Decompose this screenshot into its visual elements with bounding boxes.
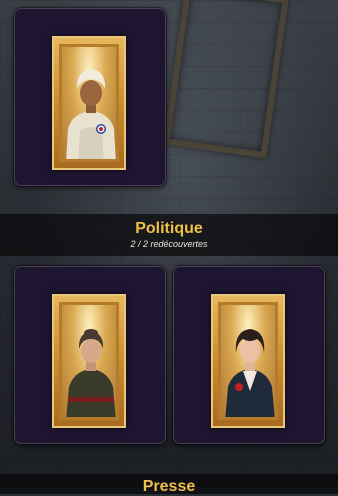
character-card[interactable]	[173, 266, 325, 444]
portrait-frame	[211, 294, 285, 428]
section-title: Politique	[135, 220, 203, 237]
portrait-woman-headwrap-icon	[66, 69, 116, 159]
section-title: Presse	[142, 478, 196, 495]
character-card[interactable]	[14, 266, 166, 444]
portrait-frame	[52, 294, 126, 428]
character-card[interactable]	[14, 8, 166, 186]
section-progress: 2 / 2 redécouvertes	[130, 239, 208, 249]
portrait-woman-suit-icon	[225, 329, 275, 417]
portrait-frame	[52, 36, 126, 170]
portrait-woman-dark-dress-icon	[66, 329, 116, 417]
